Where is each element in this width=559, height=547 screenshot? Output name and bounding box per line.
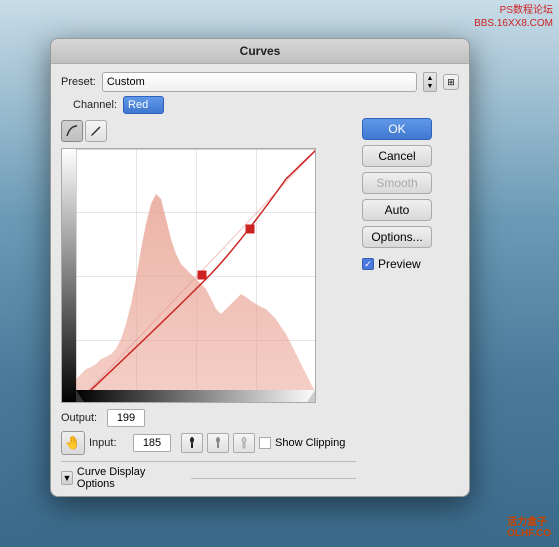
- preview-checkbox[interactable]: [362, 258, 374, 270]
- preview-label: Preview: [378, 257, 421, 271]
- input-gradient: [76, 390, 316, 402]
- gray-eyedropper-btn[interactable]: [207, 433, 229, 453]
- ok-button[interactable]: OK: [362, 118, 432, 140]
- preset-select[interactable]: Custom: [102, 72, 417, 92]
- black-eyedropper-btn[interactable]: [181, 433, 203, 453]
- main-area: Output: 🤚 Input:: [61, 118, 459, 490]
- right-panel: OK Cancel Smooth Auto Options... Preview: [362, 118, 452, 490]
- tool-row: [61, 118, 356, 144]
- input-eyedropper-row: 🤚 Input:: [61, 431, 356, 455]
- input-row: Input:: [89, 434, 171, 452]
- output-row: Output:: [61, 409, 356, 427]
- channel-label: Channel:: [73, 99, 117, 111]
- options-button[interactable]: Options...: [362, 226, 432, 248]
- output-value-input[interactable]: [107, 409, 145, 427]
- curve-display-label: Curve Display Options: [77, 466, 167, 490]
- output-gradient: [62, 149, 76, 403]
- expand-btn[interactable]: ▼: [61, 471, 73, 485]
- separator-line: [191, 478, 356, 479]
- curve-tool-btn[interactable]: [61, 120, 83, 142]
- dialog-body: Preset: Custom ▲ ▼ ⊞ Channel: Red Green …: [51, 64, 469, 496]
- show-clipping-checkbox[interactable]: [259, 437, 271, 449]
- preview-row: Preview: [362, 257, 452, 271]
- cancel-button[interactable]: Cancel: [362, 145, 432, 167]
- preset-row: Preset: Custom ▲ ▼ ⊞: [61, 72, 459, 92]
- auto-button[interactable]: Auto: [362, 199, 432, 221]
- left-panel: Output: 🤚 Input:: [61, 118, 356, 490]
- watermark: PS数程论坛 BBS.16XX8.COM: [474, 4, 553, 30]
- preset-stepper[interactable]: ▲ ▼: [423, 72, 437, 92]
- curve-display-row: ▼ Curve Display Options: [61, 461, 356, 490]
- curve-line: [76, 149, 316, 403]
- channel-row: Channel: Red Green Blue RGB: [61, 96, 459, 114]
- channel-select[interactable]: Red Green Blue RGB: [123, 96, 164, 114]
- white-eyedropper-btn[interactable]: [233, 433, 255, 453]
- input-label: Input:: [89, 437, 129, 449]
- output-label: Output:: [61, 412, 103, 424]
- preset-label: Preset:: [61, 76, 96, 88]
- bottom-watermark: 活力盒子 OLHF.CO: [507, 513, 551, 539]
- input-value-input[interactable]: [133, 434, 171, 452]
- hand-tool-btn[interactable]: 🤚: [61, 431, 85, 455]
- dialog-title: Curves: [51, 39, 469, 64]
- curves-dialog: Curves Preset: Custom ▲ ▼ ⊞ Channel: Red…: [50, 38, 470, 497]
- show-clipping-row: Show Clipping: [259, 437, 345, 449]
- curve-container[interactable]: [61, 148, 316, 403]
- pencil-tool-btn[interactable]: [85, 120, 107, 142]
- preset-options-btn[interactable]: ⊞: [443, 74, 459, 90]
- show-clipping-label: Show Clipping: [275, 437, 345, 449]
- black-point-slider[interactable]: [76, 390, 84, 402]
- white-point-slider[interactable]: [307, 390, 315, 402]
- smooth-button[interactable]: Smooth: [362, 172, 432, 194]
